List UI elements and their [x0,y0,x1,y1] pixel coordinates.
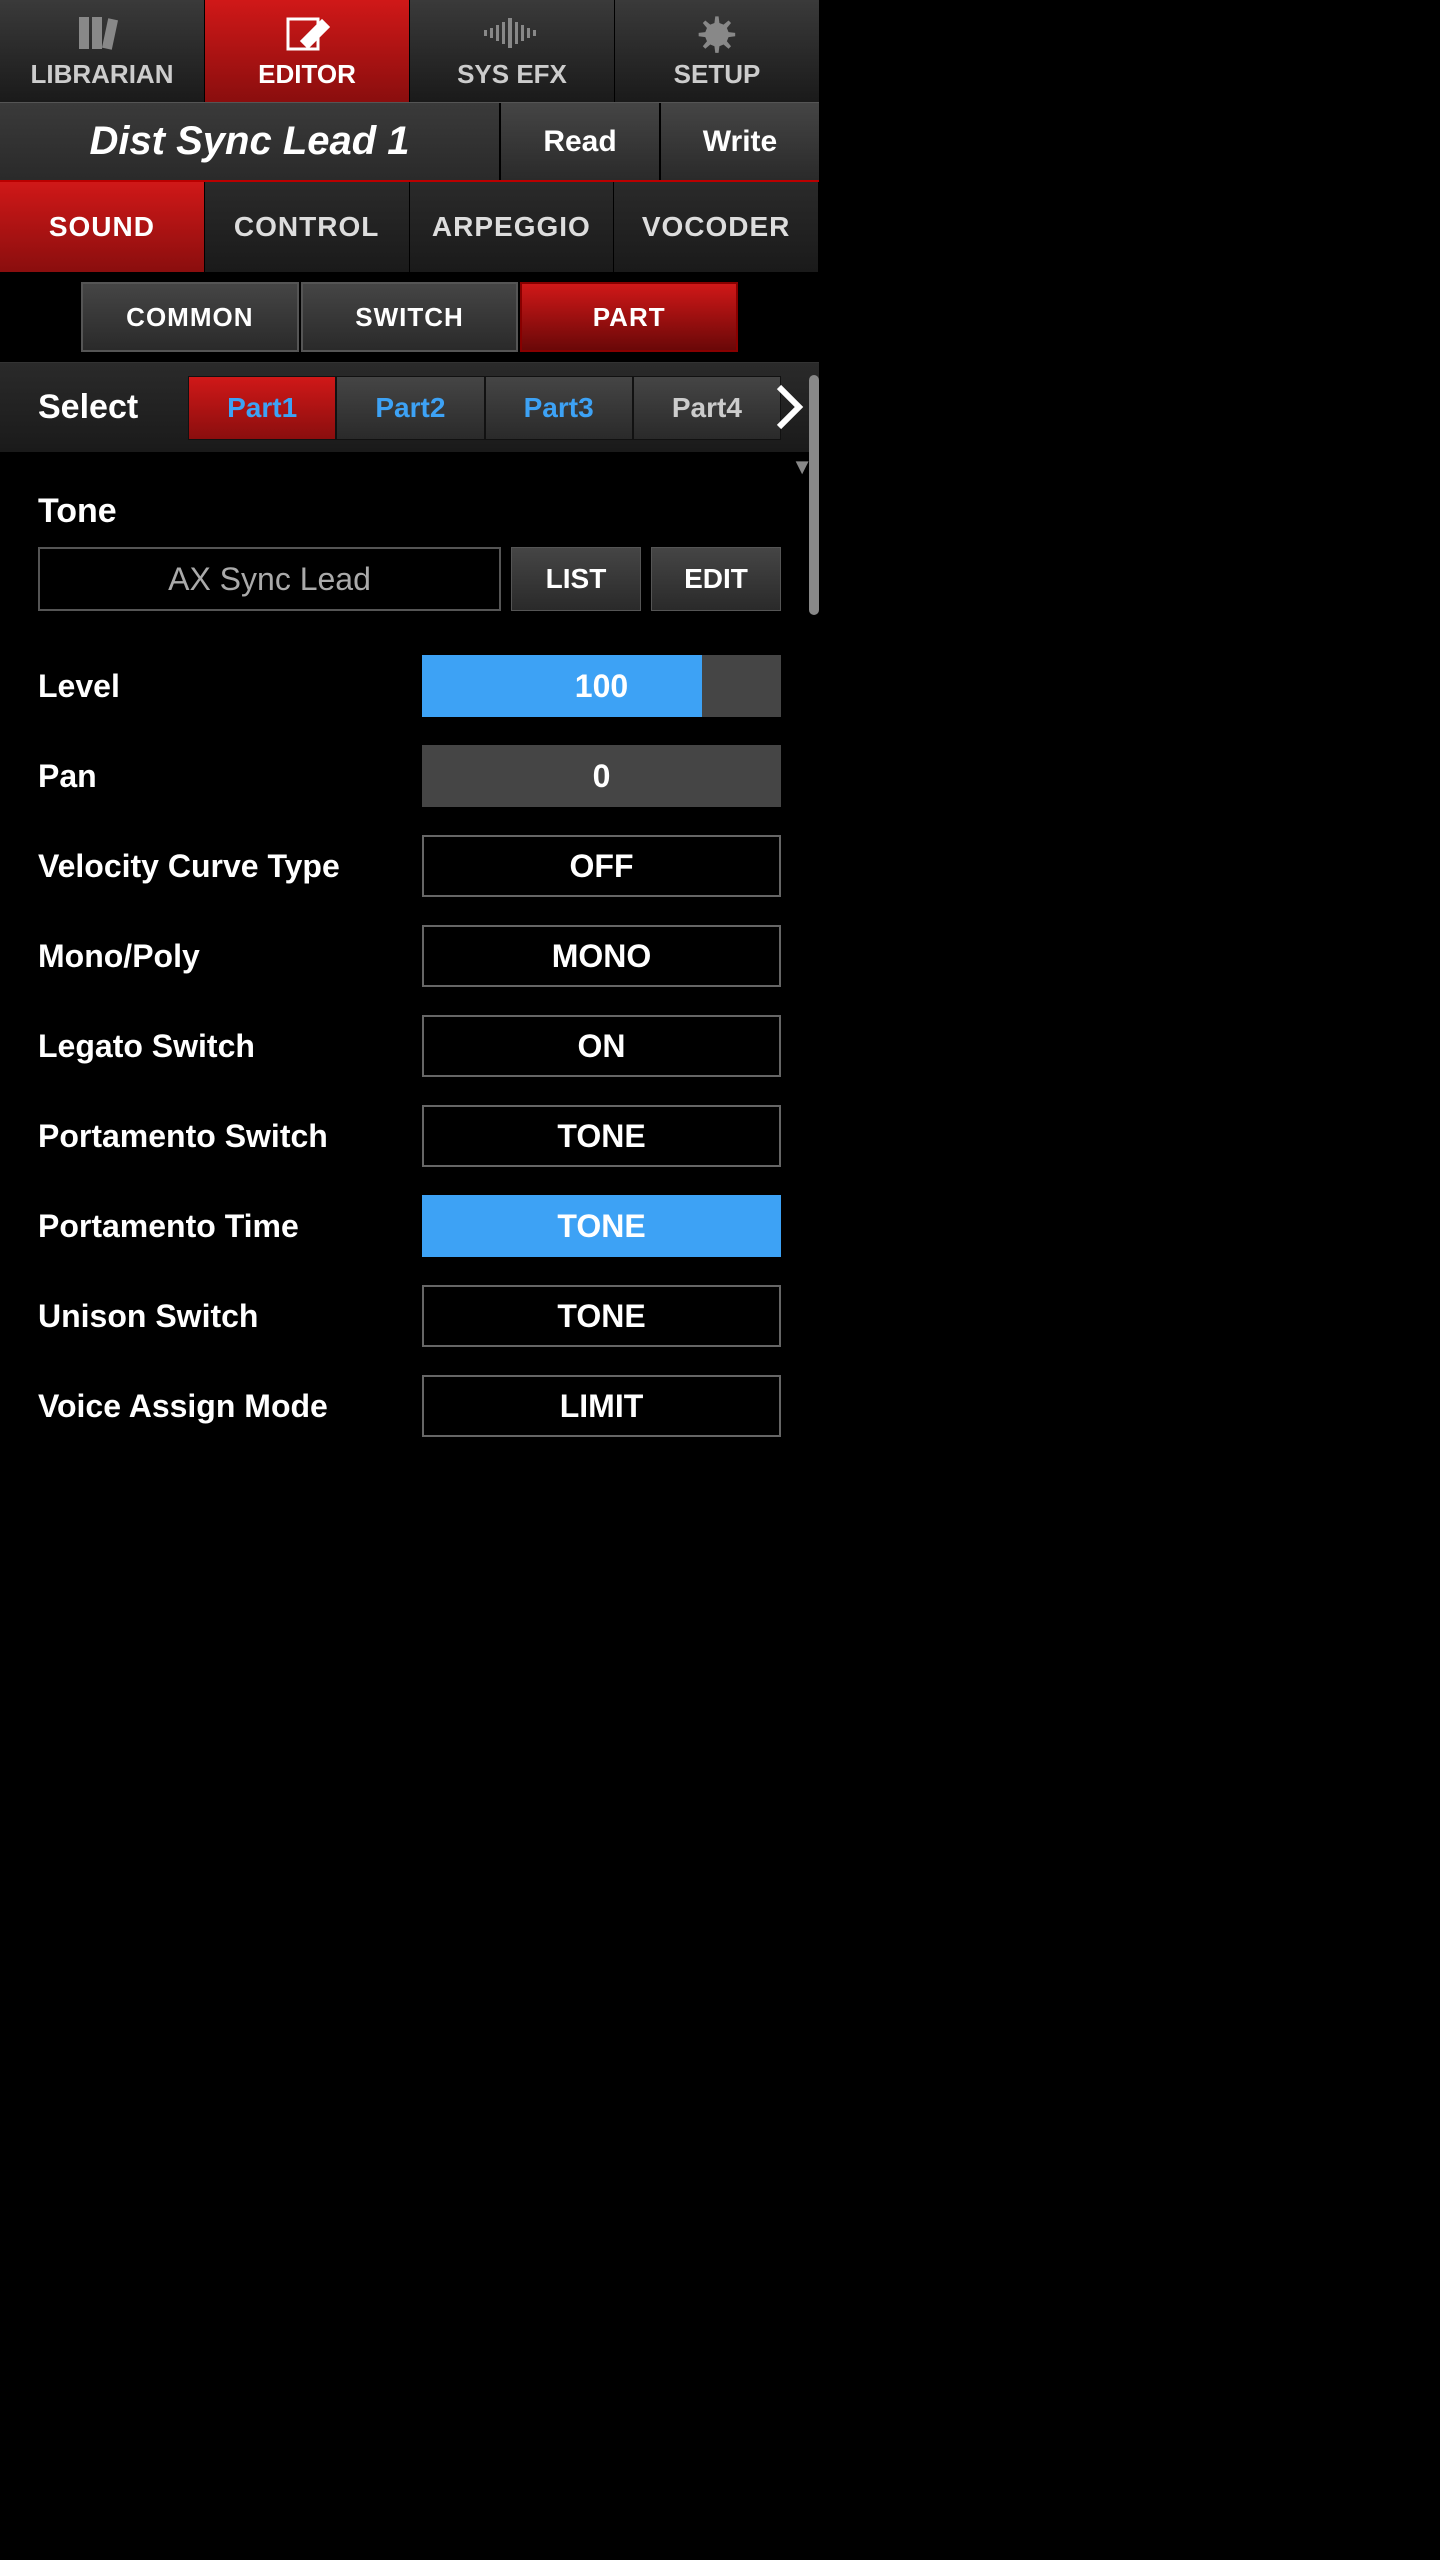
tab-vocoder[interactable]: VOCODER [614,182,819,272]
param-unison-switch: Unison Switch TONE [38,1271,781,1361]
part-tabs: Part1 Part2 Part3 Part4 [188,376,819,440]
nav-label: LIBRARIAN [31,59,174,90]
legato-switch-select[interactable]: ON [422,1015,781,1077]
top-nav: LIBRARIAN EDITOR SYS EFX SETUP [0,0,819,102]
param-level: Level 100 [38,641,781,731]
param-legato-switch: Legato Switch ON [38,1001,781,1091]
param-velocity-curve: Velocity Curve Type OFF [38,821,781,911]
gear-icon [687,13,747,53]
param-label: Voice Assign Mode [38,1388,422,1425]
tone-row: AX Sync Lead LIST EDIT [38,547,781,611]
sub-tabs: COMMON SWITCH PART [0,272,819,362]
params-panel: Tone AX Sync Lead LIST EDIT Level 100 Pa… [0,492,819,1491]
param-label: Level [38,668,422,705]
tab-control[interactable]: CONTROL [205,182,410,272]
main-tabs: SOUND CONTROL ARPEGGIO VOCODER [0,182,819,272]
program-title: Dist Sync Lead 1 [0,103,499,180]
slider-value: 0 [422,745,781,807]
nav-label: SETUP [674,59,761,90]
tone-section-title: Tone [38,492,781,531]
select-value: ON [422,1015,781,1077]
voice-assign-select[interactable]: LIMIT [422,1375,781,1437]
tone-list-button[interactable]: LIST [511,547,641,611]
velocity-curve-select[interactable]: OFF [422,835,781,897]
tab-sound[interactable]: SOUND [0,182,205,272]
nav-librarian[interactable]: LIBRARIAN [0,0,205,102]
select-value: TONE [422,1105,781,1167]
scrollbar[interactable] [809,375,819,615]
read-button[interactable]: Read [499,103,659,180]
subtab-switch[interactable]: SWITCH [301,282,519,352]
nav-label: EDITOR [258,59,356,90]
select-value: TONE [422,1285,781,1347]
books-icon [72,13,132,53]
program-bar: Dist Sync Lead 1 Read Write [0,102,819,182]
level-slider[interactable]: 100 [422,655,781,717]
param-label: Legato Switch [38,1028,422,1065]
pencil-icon [277,13,337,53]
wave-icon [482,13,542,53]
param-voice-assign-mode: Voice Assign Mode LIMIT [38,1361,781,1451]
tone-edit-button[interactable]: EDIT [651,547,781,611]
param-label: Mono/Poly [38,938,422,975]
tone-name-display[interactable]: AX Sync Lead [38,547,501,611]
part-tab-2[interactable]: Part2 [336,376,484,440]
portamento-switch-select[interactable]: TONE [422,1105,781,1167]
mono-poly-select[interactable]: MONO [422,925,781,987]
param-label: Portamento Switch [38,1118,422,1155]
param-label: Portamento Time [38,1208,422,1245]
nav-setup[interactable]: SETUP [615,0,819,102]
unison-switch-select[interactable]: TONE [422,1285,781,1347]
param-label: Pan [38,758,422,795]
tab-arpeggio[interactable]: ARPEGGIO [410,182,615,272]
nav-editor[interactable]: EDITOR [205,0,410,102]
part-tab-3[interactable]: Part3 [485,376,633,440]
param-portamento-time: Portamento Time TONE [38,1181,781,1271]
select-value: TONE [422,1195,781,1257]
portamento-time-select[interactable]: TONE [422,1195,781,1257]
indicator-row: ▼ [0,452,819,482]
select-value: OFF [422,835,781,897]
select-row: Select Part1 Part2 Part3 Part4 [0,362,819,452]
select-value: MONO [422,925,781,987]
select-label: Select [38,388,188,427]
nav-label: SYS EFX [457,59,567,90]
write-button[interactable]: Write [659,103,819,180]
param-portamento-switch: Portamento Switch TONE [38,1091,781,1181]
select-value: LIMIT [422,1375,781,1437]
pan-slider[interactable]: 0 [422,745,781,807]
param-pan: Pan 0 [38,731,781,821]
subtab-common[interactable]: COMMON [81,282,299,352]
nav-sysefx[interactable]: SYS EFX [410,0,615,102]
param-label: Velocity Curve Type [38,848,422,885]
slider-value: 100 [422,655,781,717]
param-mono-poly: Mono/Poly MONO [38,911,781,1001]
param-label: Unison Switch [38,1298,422,1335]
subtab-part[interactable]: PART [520,282,738,352]
part-tab-1[interactable]: Part1 [188,376,336,440]
